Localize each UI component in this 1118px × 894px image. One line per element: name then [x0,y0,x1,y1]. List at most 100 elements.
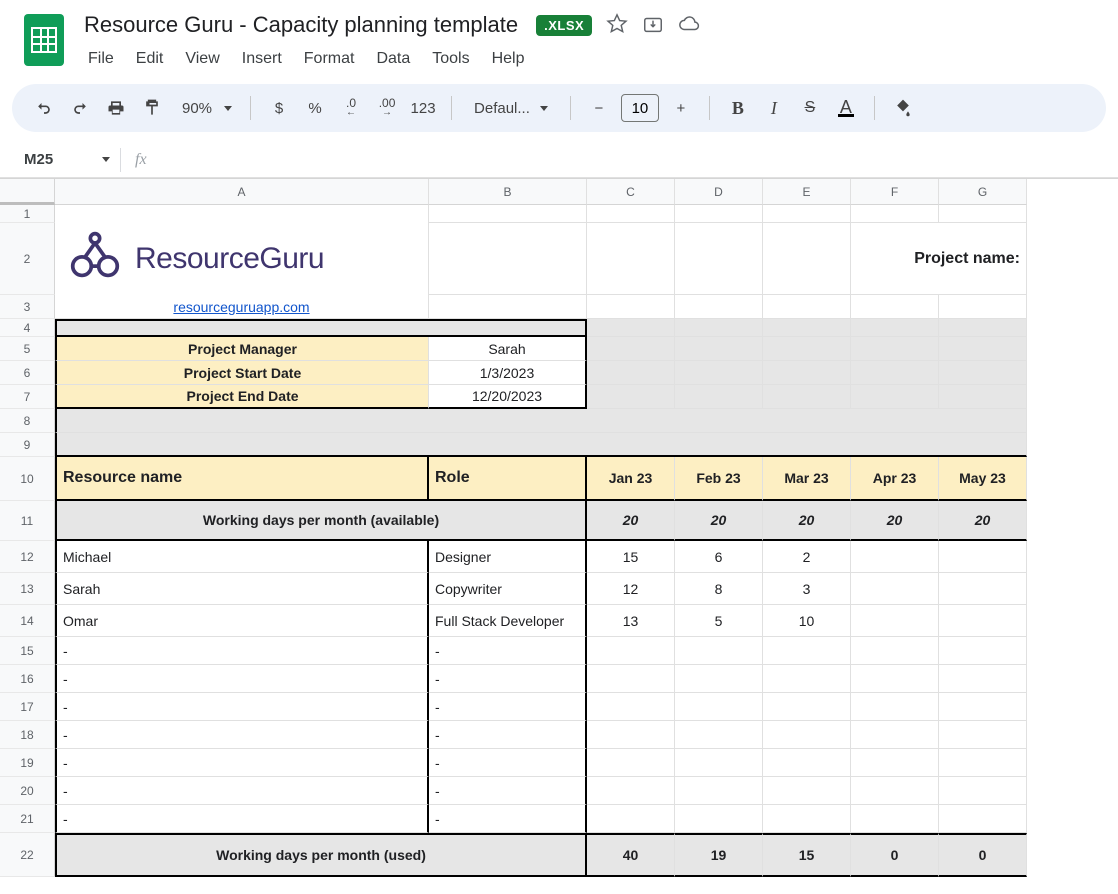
row-header[interactable]: 16 [0,665,55,693]
day-cell[interactable] [763,805,851,833]
cell[interactable] [675,223,763,295]
day-cell[interactable] [939,541,1027,573]
row-header[interactable]: 7 [0,385,55,409]
day-cell[interactable] [939,693,1027,721]
day-cell[interactable] [587,749,675,777]
role-cell[interactable]: Full Stack Developer [429,605,587,637]
end-label[interactable]: Project End Date [55,385,429,409]
row-header[interactable]: 18 [0,721,55,749]
redo-icon[interactable] [64,92,96,124]
row-header[interactable]: 5 [0,337,55,361]
cell[interactable] [939,205,1027,223]
hdr-month[interactable]: Mar 23 [763,457,851,501]
format-123[interactable]: 123 [407,92,439,124]
day-cell[interactable] [851,605,939,637]
day-cell[interactable]: 10 [763,605,851,637]
role-cell[interactable]: Designer [429,541,587,573]
cell[interactable] [675,385,763,409]
row-header[interactable]: 4 [0,319,55,337]
col-header[interactable]: E [763,179,851,205]
day-cell[interactable] [851,637,939,665]
cell[interactable]: Project name: [851,223,1027,295]
day-cell[interactable] [939,805,1027,833]
cell[interactable] [675,337,763,361]
cell[interactable] [429,295,587,319]
resource-name-cell[interactable]: - [55,721,429,749]
day-cell[interactable] [675,721,763,749]
row-header[interactable]: 17 [0,693,55,721]
cell[interactable] [939,385,1027,409]
col-header[interactable]: G [939,179,1027,205]
cell[interactable] [55,409,1027,433]
day-cell[interactable] [763,777,851,805]
day-cell[interactable] [939,749,1027,777]
hdr-month[interactable]: Apr 23 [851,457,939,501]
day-cell[interactable]: 5 [675,605,763,637]
day-cell[interactable] [939,665,1027,693]
cell[interactable] [939,337,1027,361]
resource-name-cell[interactable]: - [55,637,429,665]
menu-help[interactable]: Help [484,46,533,72]
row-header[interactable]: 13 [0,573,55,605]
font-size-input[interactable] [621,94,659,122]
day-cell[interactable] [675,805,763,833]
sheets-app-icon[interactable] [24,14,64,66]
cell[interactable] [429,205,587,223]
row-header[interactable]: 3 [0,295,55,319]
used-label[interactable]: Working days per month (used) [55,833,587,877]
format-percent[interactable]: % [299,92,331,124]
cell[interactable] [55,433,1027,457]
role-cell[interactable]: - [429,665,587,693]
day-cell[interactable] [851,541,939,573]
day-cell[interactable] [851,749,939,777]
day-cell[interactable]: 6 [675,541,763,573]
avail-value[interactable]: 20 [675,501,763,541]
day-cell[interactable] [939,777,1027,805]
cell[interactable] [763,205,851,223]
row-header[interactable]: 20 [0,777,55,805]
menu-data[interactable]: Data [368,46,418,72]
role-cell[interactable]: - [429,693,587,721]
resource-name-cell[interactable]: - [55,693,429,721]
row-header[interactable]: 14 [0,605,55,637]
cell[interactable] [939,295,1027,319]
day-cell[interactable] [763,721,851,749]
brand-link-cell[interactable]: resourceguruapp.com [55,295,429,319]
day-cell[interactable] [675,637,763,665]
cell[interactable] [763,223,851,295]
cell[interactable] [939,319,1027,337]
day-cell[interactable] [939,605,1027,637]
end-value[interactable]: 12/20/2023 [429,385,587,409]
col-header[interactable]: B [429,179,587,205]
cell[interactable] [587,385,675,409]
move-icon[interactable] [642,13,664,38]
increase-decimal-icon[interactable]: .00→ [371,92,403,124]
day-cell[interactable]: 13 [587,605,675,637]
spreadsheet-grid[interactable]: A B C D E F G 1 2 ResourceGuru [0,178,1118,877]
menu-file[interactable]: File [80,46,122,72]
start-label[interactable]: Project Start Date [55,361,429,385]
star-icon[interactable] [606,13,628,38]
cell[interactable] [587,319,675,337]
hdr-role[interactable]: Role [429,457,587,501]
day-cell[interactable] [851,805,939,833]
day-cell[interactable]: 15 [587,541,675,573]
row-header[interactable]: 11 [0,501,55,541]
cell[interactable] [851,319,939,337]
cell[interactable] [675,319,763,337]
row-header[interactable]: 15 [0,637,55,665]
day-cell[interactable]: 2 [763,541,851,573]
day-cell[interactable] [587,777,675,805]
cell[interactable] [763,337,851,361]
col-header[interactable]: D [675,179,763,205]
cell[interactable] [851,361,939,385]
day-cell[interactable] [587,693,675,721]
paint-format-icon[interactable] [136,92,168,124]
cell[interactable] [851,337,939,361]
font-size-increase[interactable]: + [665,92,697,124]
menu-view[interactable]: View [177,46,227,72]
pm-value[interactable]: Sarah [429,337,587,361]
hdr-month[interactable]: May 23 [939,457,1027,501]
row-header[interactable]: 22 [0,833,55,877]
avail-value[interactable]: 20 [763,501,851,541]
